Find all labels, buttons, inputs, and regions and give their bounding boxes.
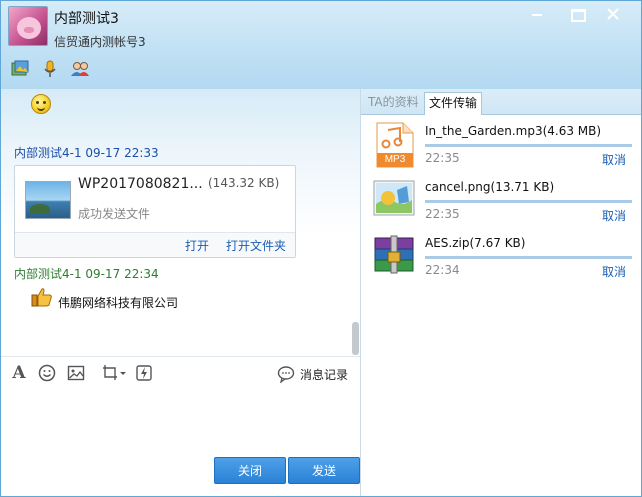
side-tabs: TA的资料 文件传输 (361, 89, 641, 115)
screenshot-icon[interactable] (102, 364, 128, 382)
picture-icon[interactable] (10, 59, 30, 79)
file-transfer-item: MP3 In_the_Garden.mp3(4.63 MB) 22:35 取消 (361, 122, 641, 178)
font-icon[interactable]: A (10, 364, 28, 382)
message-text: 伟鹏网络科技有限公司 (58, 296, 179, 310)
contact-subtitle: 信贸通内测帐号3 (54, 35, 146, 49)
message-header: 内部测试4-1 09-17 22:34 (14, 267, 159, 281)
cancel-transfer-link[interactable]: 取消 (602, 207, 626, 224)
close-icon (607, 8, 619, 20)
group-icon[interactable] (70, 59, 90, 79)
transfer-file-name: cancel.png(13.71 KB) (425, 180, 555, 194)
image-file-icon (373, 178, 415, 224)
transfer-file-name: In_the_Garden.mp3(4.63 MB) (425, 124, 602, 138)
transfer-time: 22:35 (425, 207, 460, 221)
file-message-card: WP2017080821... (143.32 KB) 成功发送文件 打开 打开… (14, 165, 296, 258)
chat-history[interactable]: 内部测试4-1 09-17 22:33 WP2017080821... (143… (1, 89, 360, 356)
thumbs-up-icon (31, 286, 53, 308)
open-folder-link[interactable]: 打开文件夹 (226, 237, 286, 254)
image-icon[interactable] (67, 364, 85, 382)
file-status: 成功发送文件 (78, 207, 151, 221)
close-window-button[interactable] (600, 6, 626, 22)
zip-archive-icon (373, 234, 415, 280)
avatar[interactable] (8, 6, 48, 46)
transfer-progress-fill (425, 200, 632, 203)
input-toolbar: A 消息记录 (1, 356, 360, 388)
history-label: 消息记录 (300, 368, 349, 382)
microphone-icon[interactable] (40, 59, 60, 79)
tab-file-transfer[interactable]: 文件传输 (424, 92, 483, 115)
transfer-file-name: AES.zip(7.67 KB) (425, 236, 526, 250)
chat-scrollbar[interactable] (352, 322, 359, 355)
transfer-progress-bar (425, 200, 632, 203)
title-bar: 内部测试3 信贸通内测帐号3 (1, 1, 641, 89)
transfer-time: 22:34 (425, 263, 460, 277)
shake-icon[interactable] (135, 364, 153, 382)
file-size: (143.32 KB) (208, 176, 280, 190)
close-button[interactable]: 关闭 (214, 457, 286, 484)
side-panel: TA的资料 文件传输 MP3 In_the_Garden.mp3(4.63 MB… (361, 89, 641, 496)
message-header: 内部测试4-1 09-17 22:33 (14, 146, 159, 160)
message-input[interactable] (1, 388, 360, 457)
open-file-link[interactable]: 打开 (185, 237, 209, 254)
maximize-button[interactable] (564, 6, 590, 22)
transfer-progress-fill (425, 256, 632, 259)
smiley-emoji-icon (31, 94, 51, 114)
tab-profile[interactable]: TA的资料 (364, 92, 423, 115)
cancel-transfer-link[interactable]: 取消 (602, 151, 626, 168)
file-transfer-item: cancel.png(13.71 KB) 22:35 取消 (361, 178, 641, 234)
file-name: WP2017080821... (78, 176, 203, 192)
emoji-icon[interactable] (38, 364, 56, 382)
cancel-transfer-link[interactable]: 取消 (602, 263, 626, 280)
transfer-progress-bar (425, 256, 632, 259)
minimize-button[interactable] (524, 6, 550, 22)
chat-window: 内部测试3 信贸通内测帐号3 内部测试4-1 09-17 22:33 WP201… (0, 0, 642, 497)
mp3-file-icon: MP3 (373, 122, 415, 168)
chat-bubble-icon (277, 365, 295, 384)
send-button[interactable]: 发送 (288, 457, 360, 484)
file-transfer-item: AES.zip(7.67 KB) 22:34 取消 (361, 234, 641, 290)
transfer-progress-fill (425, 144, 632, 147)
transfer-progress-bar (425, 144, 632, 147)
contact-name: 内部测试3 (54, 11, 119, 27)
mp3-badge-label: MP3 (384, 154, 406, 165)
transfer-time: 22:35 (425, 151, 460, 165)
file-thumbnail[interactable] (25, 181, 71, 219)
